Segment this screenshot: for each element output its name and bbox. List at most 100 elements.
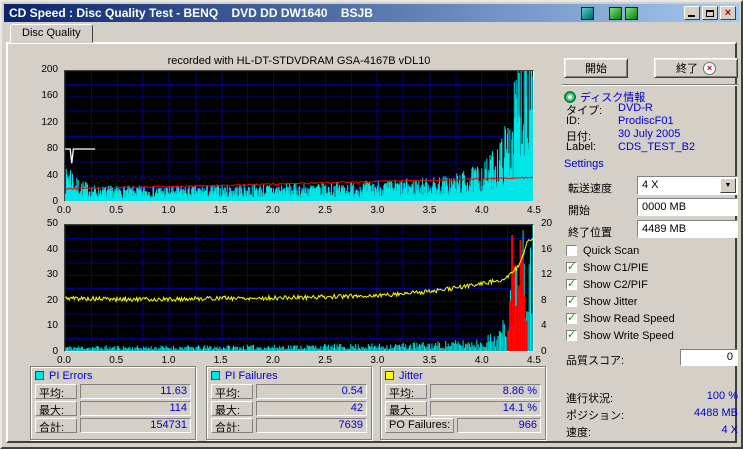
checkbox-label: Show Write Speed [583,329,674,342]
pi-errors-x-axis: 0.0 0.5 1.0 1.5 2.0 2.5 3.0 3.5 4.0 4.5 [57,205,541,217]
maximize-icon [706,9,714,17]
check-icon: ✓ [567,312,577,324]
settings-header: Settings [564,158,604,170]
disc-info-row: タイプ: DVD-R [566,102,738,117]
checkbox-box [566,245,577,256]
stop-button[interactable]: 終了 × [654,58,738,78]
start-position-label: 開始 [568,205,590,217]
window-title: CD Speed : Disc Quality Test - BENQ DVD … [9,6,373,20]
checkbox-label: Show C2/PIF [583,278,648,291]
axis-tick: 0.5 [109,205,124,216]
info-value: 30 July 2005 [618,128,681,140]
minimize-icon [688,15,695,17]
quality-score-value: 0 [680,349,738,366]
close-button[interactable]: × [720,6,736,20]
axis-tick: 1.5 [213,205,228,216]
status-value: 4 X [721,424,738,436]
maximize-button[interactable] [702,6,718,20]
titlebar-chart-icon[interactable] [609,6,622,20]
status-label: 進行状況: [566,393,614,405]
stats-row-item: 平均: 8.86 % [385,384,541,400]
axis-tick: 2.5 [318,355,333,366]
stats-box-title: PI Errors [49,369,93,382]
status-rows: 進行状況: 100 % ポジション: 4488 MB 速度: 4 X [566,390,738,441]
checkbox-show-c2-pif[interactable]: ✓ Show C2/PIF [566,276,738,293]
axis-tick: 4.5 [527,355,541,366]
stat-value: 8.86 % [430,384,541,399]
stat-value: 114 [80,401,191,416]
display-option-checkboxes: Quick Scan ✓ Show C1/PIE ✓ Show C2/PIF ✓ Show … [566,242,738,344]
checkbox-show-jitter[interactable]: ✓ Show Jitter [566,293,738,310]
axis-tick: 8 [541,294,547,306]
checkbox-quick-scan[interactable]: Quick Scan [566,242,738,259]
speed-select[interactable]: 4 X ▼ [637,176,738,195]
stats-row-item: 最大: 114 [35,401,191,417]
axis-tick: 1.0 [161,205,176,216]
checkbox-show-read-speed[interactable]: ✓ Show Read Speed [566,310,738,327]
stats-box-title: Jitter [399,369,423,382]
stat-value: 966 [457,418,541,433]
stat-value: 11.63 [80,384,191,399]
status-row: 速度: 4 X [566,424,738,441]
stat-label: 平均: [385,384,427,400]
content-panel: recorded with HL-DT-STDVDRAM GSA-4167B v… [6,42,738,443]
status-value: 4488 MB [693,407,738,419]
checkbox-box: ✓ [566,312,577,324]
axis-tick: 10 [46,320,58,332]
start-position-input[interactable] [637,198,738,216]
checkbox-show-write-speed[interactable]: ✓ Show Write Speed [566,327,738,344]
app-window: CD Speed : Disc Quality Test - BENQ DVD … [0,0,743,449]
stats-row-item: 最大: 14.1 % [385,401,541,417]
checkbox-box: ✓ [566,329,577,341]
axis-tick: 20 [46,294,58,306]
info-label: Label: [566,141,596,153]
axis-tick: 20 [541,218,553,229]
pi-errors-y-axis: 200 160 120 80 40 0 [34,64,60,207]
axis-tick: 4.0 [474,205,489,216]
start-button[interactable]: 開始 [564,58,628,78]
axis-tick: 3.5 [422,205,437,216]
axis-tick: 1.0 [161,355,176,366]
end-position-input[interactable] [637,220,738,238]
stat-label: PO Failures: [385,418,455,433]
status-label: 速度: [566,427,592,439]
axis-tick: 2.5 [318,205,333,216]
stat-label: 最大: [385,401,427,417]
stat-label: 平均: [35,384,77,400]
titlebar-chart-icon-2[interactable] [625,6,638,20]
speed-select-value: 4 X [642,179,659,191]
minimize-button[interactable] [684,6,700,20]
speed-select-dropdown-button[interactable]: ▼ [720,178,736,193]
stats-box-pi-errors: PI Errors 平均: 11.63 最大: 114 合計: 154731 [30,366,196,440]
stats-box-header: PI Failures [211,369,367,382]
check-icon: ✓ [567,278,577,290]
tab-disc-quality[interactable]: Disc Quality [10,24,93,43]
checkbox-show-c1-pie[interactable]: ✓ Show C1/PIE [566,259,738,276]
axis-tick: 50 [46,218,58,229]
titlebar-disc-icon[interactable] [581,6,594,20]
axis-tick: 30 [46,269,58,281]
stop-button-label: 終了 [676,63,698,75]
stat-label: 合計: [35,418,77,434]
axis-tick: 2.0 [265,355,280,366]
checkbox-label: Quick Scan [583,244,640,257]
settings-header-label: Settings [564,158,604,170]
checkbox-label: Show C1/PIE [583,261,649,274]
jitter-chart [64,224,534,352]
check-icon: ✓ [567,261,577,273]
stat-label: 最大: [35,401,77,417]
disc-info-row: ID: ProdiscF01 [566,115,738,128]
status-row: 進行状況: 100 % [566,390,738,407]
axis-tick: 4.0 [474,355,489,366]
stats-box-title: PI Failures [225,369,278,382]
stats-row-item: 平均: 11.63 [35,384,191,400]
axis-tick: 200 [41,64,58,75]
series-swatch-icon [385,371,394,380]
jitter-y-axis: 50 40 30 20 10 0 [34,218,60,357]
check-icon: ✓ [567,329,577,341]
axis-tick: 3.0 [370,205,385,216]
stat-value: 14.1 % [430,401,541,416]
axis-tick: 0.5 [109,355,124,366]
stats-box-header: PI Errors [35,369,191,382]
divider [562,84,738,86]
